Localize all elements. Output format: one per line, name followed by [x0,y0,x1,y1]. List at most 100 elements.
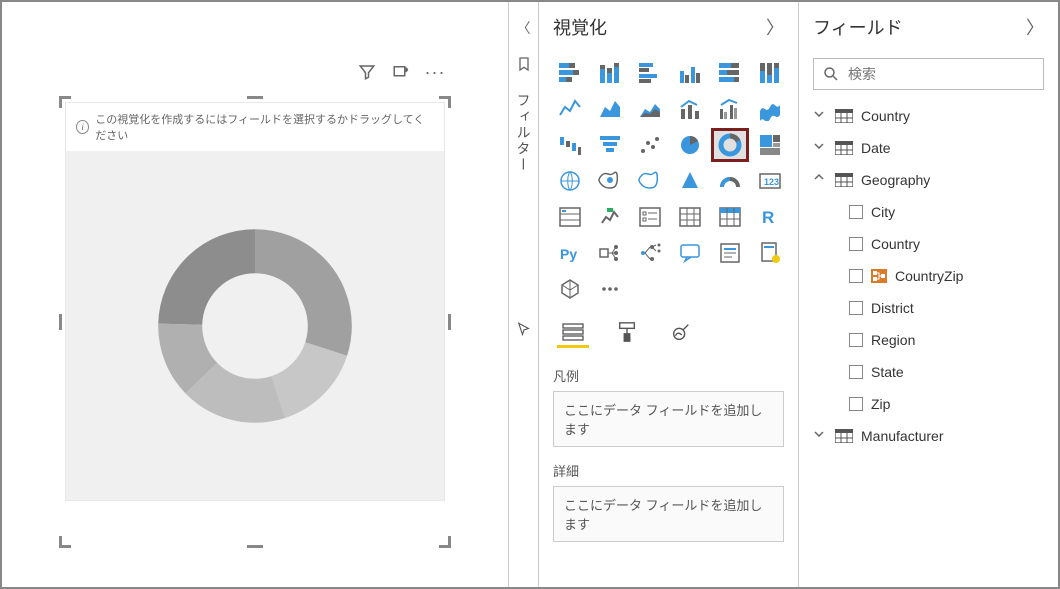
fields-search[interactable] [813,58,1044,90]
chevron-icon [813,173,827,188]
more-options-icon[interactable]: ··· [425,62,445,82]
focus-mode-icon[interactable] [391,62,411,82]
viz-treemap[interactable] [753,130,787,160]
field-label: CountryZip [895,268,963,284]
field-city[interactable]: City [813,196,1044,228]
field-checkbox[interactable] [849,397,863,411]
viz-line-clustered-column[interactable] [713,94,747,124]
table-manufacturer[interactable]: Manufacturer [813,420,1044,452]
details-well: 詳細 ここにデータ フィールドを追加します [539,451,798,546]
collapse-fields-icon[interactable]: 〉 [1026,14,1044,40]
expand-filters-icon[interactable]: 〈 [517,18,531,38]
visual-toolbar: ··· [357,62,445,82]
viz-python-visual[interactable] [553,238,587,268]
fields-pane: フィールド 〉 CountryDateGeographyCityCountryC… [798,2,1058,587]
viz-r-visual[interactable] [753,202,787,232]
filters-label[interactable]: フィルター [514,93,534,173]
table-label: Country [861,108,910,124]
resize-handle[interactable] [435,96,451,112]
field-label: Country [871,236,920,252]
viz-kpi[interactable] [593,202,627,232]
viz-stacked-bar[interactable] [553,58,587,88]
field-label: City [871,204,895,220]
field-checkbox[interactable] [849,269,863,283]
resize-handle[interactable] [247,96,263,99]
fields-tree: Country Date Geography City Country CountryZi… [799,100,1058,452]
resize-handle[interactable] [448,314,451,330]
field-region[interactable]: Region [813,324,1044,356]
filter-icon[interactable] [357,62,377,82]
viz-matrix[interactable] [713,202,747,232]
search-input[interactable] [848,66,1035,82]
viz-ribbon[interactable] [753,94,787,124]
table-country[interactable]: Country [813,100,1044,132]
viz-line-stacked-column[interactable] [673,94,707,124]
field-checkbox[interactable] [849,237,863,251]
resize-handle[interactable] [435,532,451,548]
format-tab[interactable] [611,318,643,348]
visual-info-bar: i この視覚化を作成するにはフィールドを選択するかドラッグしてください [65,102,445,151]
table-icon [835,429,853,443]
viz-narrative[interactable] [713,238,747,268]
viz-clustered-column[interactable] [673,58,707,88]
viz-azure-map[interactable] [673,166,707,196]
resize-handle[interactable] [59,314,62,330]
viz-shape-map[interactable] [633,166,667,196]
viz-paginated[interactable] [753,238,787,268]
viz-key-influencers[interactable] [593,238,627,268]
viz-more[interactable] [593,274,627,304]
viz-gauge[interactable] [713,166,747,196]
report-canvas[interactable]: ··· i この視覚化を作成するにはフィールドを選択するかドラッグしてください [2,2,508,587]
viz-filled-map[interactable] [593,166,627,196]
resize-handle[interactable] [59,96,75,112]
table-label: Manufacturer [861,428,943,444]
viz-area[interactable] [593,94,627,124]
field-checkbox[interactable] [849,205,863,219]
table-date[interactable]: Date [813,132,1044,164]
analytics-tab[interactable] [665,318,697,348]
field-checkbox[interactable] [849,365,863,379]
resize-handle[interactable] [247,545,263,548]
viz-hundred-stacked-bar[interactable] [713,58,747,88]
details-label: 詳細 [553,461,784,480]
viz-scatter[interactable] [633,130,667,160]
details-drop[interactable]: ここにデータ フィールドを追加します [553,486,784,542]
viz-funnel[interactable] [593,130,627,160]
chevron-icon [813,141,827,156]
viz-line[interactable] [553,94,587,124]
field-state[interactable]: State [813,356,1044,388]
bookmark-icon[interactable] [516,56,532,75]
resize-handle[interactable] [59,532,75,548]
legend-drop[interactable]: ここにデータ フィールドを追加します [553,391,784,447]
viz-slicer[interactable] [633,202,667,232]
field-countryzip[interactable]: CountryZip [813,260,1044,292]
viz-donut[interactable] [713,130,747,160]
search-icon [822,65,840,83]
field-checkbox[interactable] [849,301,863,315]
fields-tab[interactable] [557,318,589,348]
field-district[interactable]: District [813,292,1044,324]
collapse-viz-icon[interactable]: 〉 [766,14,784,40]
viz-map[interactable] [553,166,587,196]
viz-waterfall[interactable] [553,130,587,160]
donut-visual-frame[interactable]: ··· i この視覚化を作成するにはフィールドを選択するかドラッグしてください [65,102,445,542]
donut-chart-svg [145,216,365,436]
table-label: Geography [861,172,930,188]
viz-stacked-column[interactable] [593,58,627,88]
viz-stacked-area[interactable] [633,94,667,124]
viz-hundred-stacked-column[interactable] [753,58,787,88]
viz-pie[interactable] [673,130,707,160]
viz-card[interactable] [753,166,787,196]
field-zip[interactable]: Zip [813,388,1044,420]
chevron-icon [813,429,827,444]
viz-qa[interactable] [673,238,707,268]
viz-multi-row-card[interactable] [553,202,587,232]
viz-decomposition-tree[interactable] [633,238,667,268]
viz-clustered-bar[interactable] [633,58,667,88]
field-checkbox[interactable] [849,333,863,347]
table-geography[interactable]: Geography [813,164,1044,196]
field-country[interactable]: Country [813,228,1044,260]
viz-tabs [539,304,798,356]
viz-table[interactable] [673,202,707,232]
viz-app-source[interactable] [553,274,587,304]
